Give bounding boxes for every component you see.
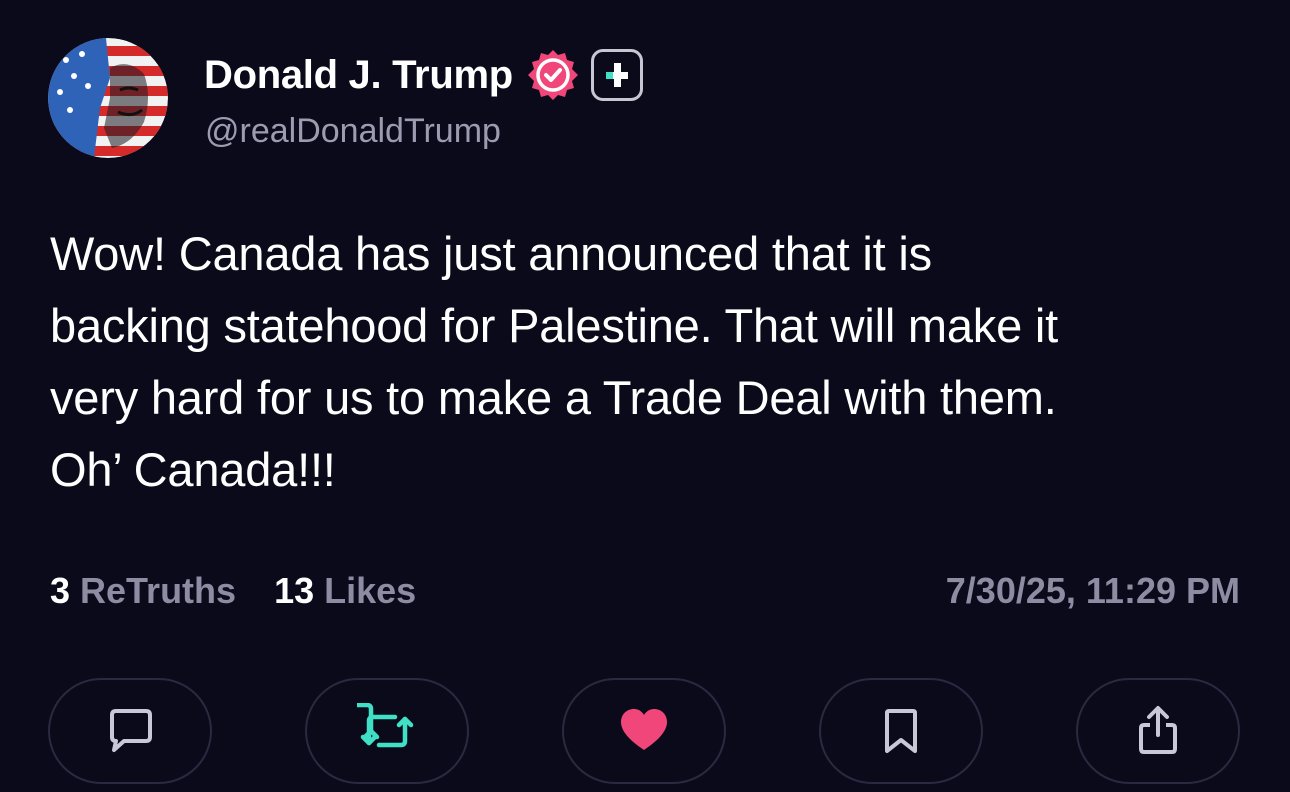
heart-icon <box>621 709 667 750</box>
bookmark-button[interactable] <box>819 678 983 784</box>
truth-plus-badge <box>590 49 643 101</box>
post-timestamp: 7/30/25, 11:29 PM <box>945 570 1240 611</box>
reply-button[interactable] <box>48 678 212 784</box>
author-display-name[interactable]: Donald J. Trump <box>204 53 513 98</box>
share-icon <box>1139 706 1177 754</box>
author-name-row: Donald J. Trump <box>204 44 643 106</box>
post-detail: Donald J. Trump @realDonaldTrump Wow! Ca… <box>0 0 1290 792</box>
avatar-image <box>48 38 168 158</box>
avatar[interactable] <box>48 38 168 158</box>
retruth-button[interactable] <box>305 678 469 784</box>
like-button[interactable] <box>562 678 726 784</box>
plus-icon <box>605 63 628 87</box>
post-text: Wow! Canada has just announced that it i… <box>50 227 1059 496</box>
share-button[interactable] <box>1076 678 1240 784</box>
retruths-count[interactable]: 3 <box>50 570 70 612</box>
verified-badge-icon <box>527 50 578 100</box>
bookmark-icon <box>885 709 917 753</box>
retruths-label[interactable]: ReTruths <box>80 570 236 612</box>
post-stats: 3 ReTruths 13 Likes <box>50 570 416 612</box>
likes-label[interactable]: Likes <box>324 570 416 612</box>
retruth-icon <box>357 703 414 748</box>
action-bar <box>48 678 1242 786</box>
author-handle[interactable]: @realDonaldTrump <box>205 112 501 151</box>
likes-count[interactable]: 13 <box>274 570 314 612</box>
comment-icon <box>110 709 152 752</box>
